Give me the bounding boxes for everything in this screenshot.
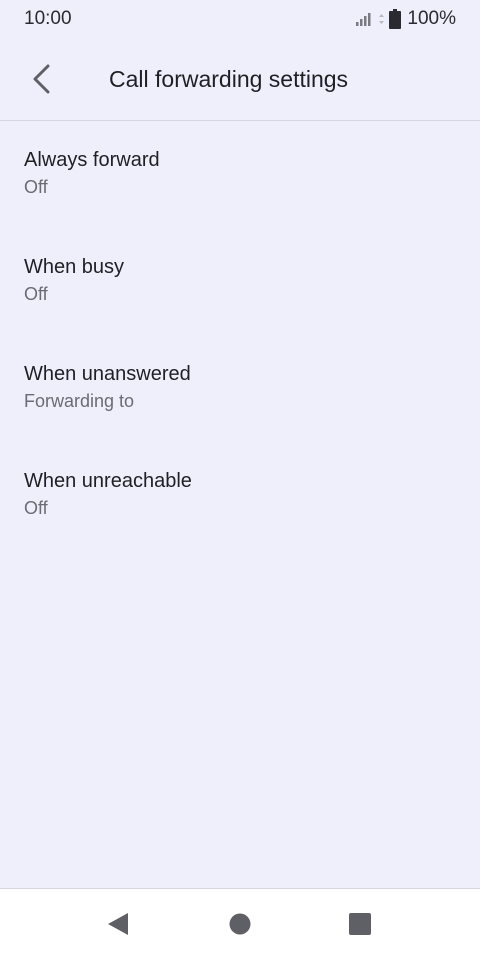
settings-list: Always forward Off When busy Off When un… — [0, 121, 480, 549]
back-arrow-icon — [33, 64, 50, 94]
setting-title: When unanswered — [24, 363, 191, 385]
setting-summary: Off — [24, 284, 48, 304]
battery-icon — [389, 9, 402, 29]
nav-recents-button[interactable] — [347, 911, 373, 937]
status-bar: 10:00 100% — [0, 0, 480, 38]
status-time: 10:00 — [24, 8, 72, 29]
setting-summary: Off — [24, 498, 48, 518]
battery-level: 100% — [407, 8, 456, 29]
nav-home-icon — [229, 913, 251, 935]
setting-when-busy[interactable]: When busy Off — [0, 228, 480, 335]
nav-home-button[interactable] — [227, 911, 253, 937]
setting-title: Always forward — [24, 149, 160, 171]
setting-when-unreachable[interactable]: When unreachable Off — [0, 442, 480, 549]
navigation-bar — [0, 888, 480, 960]
setting-always-forward[interactable]: Always forward Off — [0, 121, 480, 228]
setting-summary: Forwarding to — [24, 391, 135, 411]
setting-when-unanswered[interactable]: When unanswered Forwarding to — [0, 335, 480, 442]
nav-recents-icon — [349, 913, 371, 935]
nav-back-icon — [108, 913, 128, 935]
setting-summary: Off — [24, 177, 48, 197]
nav-back-button[interactable] — [105, 911, 131, 937]
app-bar: Call forwarding settings — [0, 38, 480, 121]
setting-title: When unreachable — [24, 470, 192, 492]
page-title: Call forwarding settings — [109, 65, 349, 92]
data-arrows-icon — [379, 14, 385, 24]
status-icons: 100% — [356, 8, 456, 30]
signal-icon — [356, 13, 371, 26]
back-button[interactable] — [18, 55, 66, 103]
setting-title: When busy — [24, 256, 125, 278]
